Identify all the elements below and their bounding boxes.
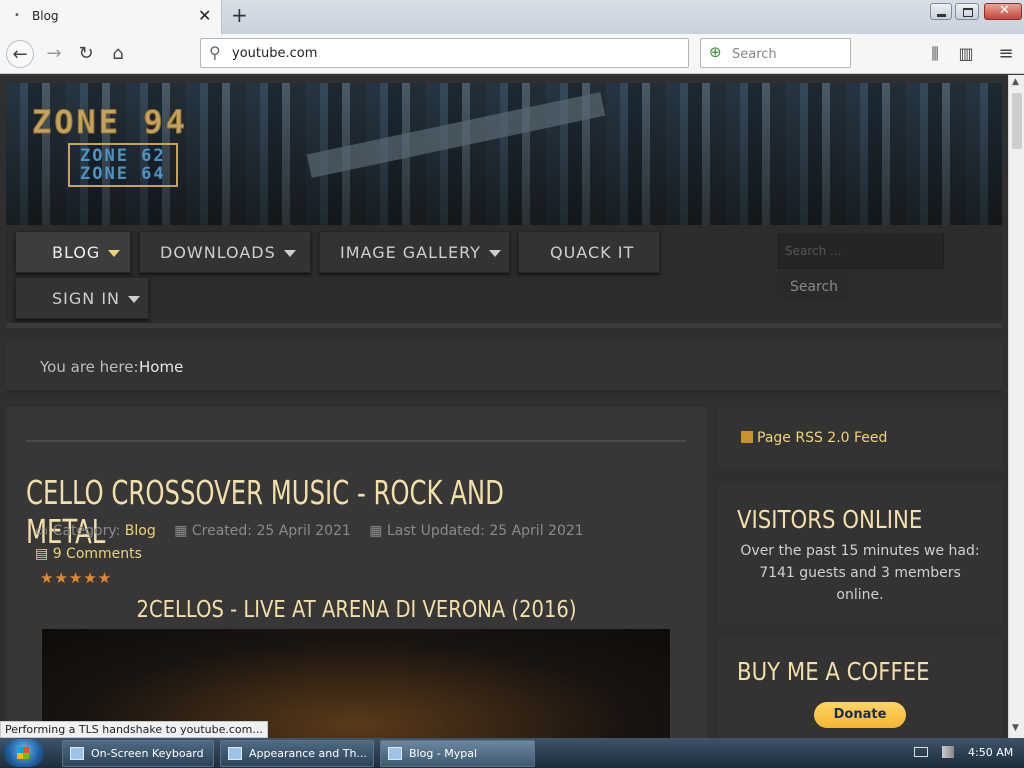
visitors-title: VISITORS ONLINE bbox=[737, 505, 923, 534]
menu-item-quack-it[interactable]: QUACK IT bbox=[518, 231, 660, 273]
menu-label-blog: BLOG bbox=[52, 243, 101, 262]
category-link[interactable]: Blog bbox=[125, 523, 156, 539]
control-panel-icon bbox=[228, 747, 242, 760]
search-engine-icon: ⊕ bbox=[709, 43, 722, 61]
back-button[interactable]: ← bbox=[6, 40, 34, 68]
menu-label-sign-in: SIGN IN bbox=[52, 289, 121, 308]
comments-link[interactable]: ▤ 9 Comments bbox=[35, 546, 142, 562]
breadcrumb-label: You are here: bbox=[40, 358, 139, 376]
rss-icon bbox=[741, 431, 753, 443]
new-tab-icon[interactable]: + bbox=[231, 3, 248, 27]
menu-item-image-gallery[interactable]: IMAGE GALLERY bbox=[319, 231, 510, 273]
article: CELLO CROSSOVER MUSIC - ROCK AND METAL ▭… bbox=[6, 407, 707, 738]
site-logo-sub: ZONE 62 ZONE 64 bbox=[68, 143, 178, 187]
divider bbox=[26, 440, 686, 442]
close-window-button[interactable]: ✕ bbox=[984, 3, 1022, 20]
taskbar-label-appearance: Appearance and Th... bbox=[249, 747, 367, 760]
chevron-down-icon bbox=[128, 296, 141, 303]
menu-icon[interactable]: ≡ bbox=[992, 40, 1020, 68]
tab-title: Blog bbox=[32, 9, 59, 23]
menu-label-quack-it: QUACK IT bbox=[550, 243, 635, 262]
coffee-title: BUY ME A COFFEE bbox=[737, 657, 930, 686]
url-bar[interactable]: ⚲ youtube.com bbox=[200, 38, 689, 68]
article-meta: ▭ Category: Blog ▦ Created: 25 April 202… bbox=[35, 523, 598, 539]
search-bar[interactable]: ⊕ Search bbox=[700, 38, 851, 68]
created-date: ▦ Created: 25 April 2021 bbox=[174, 523, 351, 539]
created-text: Created: 25 April 2021 bbox=[191, 523, 351, 539]
updated-text: Last Updated: 25 April 2021 bbox=[386, 523, 584, 539]
donate-button[interactable]: Donate bbox=[814, 702, 906, 728]
chevron-down-icon bbox=[283, 250, 296, 257]
tab-bar: • Blog ✕ + ✕ bbox=[0, 0, 1024, 34]
site-menu: BLOG DOWNLOADS IMAGE GALLERY QUACK IT SI… bbox=[6, 225, 1002, 328]
minimize-button[interactable] bbox=[930, 3, 952, 20]
keyboard-tray-icon[interactable] bbox=[914, 747, 928, 757]
taskbar-item-on-screen-keyboard[interactable]: On-Screen Keyboard bbox=[62, 740, 214, 767]
coffee-module: BUY ME A COFFEE Donate bbox=[719, 637, 1002, 738]
site-search-button[interactable]: Search bbox=[778, 273, 850, 301]
library-icon[interactable]: ⫼ bbox=[921, 40, 949, 68]
search-placeholder: Search bbox=[732, 47, 777, 62]
search-icon: ⚲ bbox=[209, 43, 221, 62]
visitors-module: VISITORS ONLINE Over the past 15 minutes… bbox=[719, 483, 1002, 625]
sidebar-icon[interactable]: ▥ bbox=[952, 40, 980, 68]
scroll-down-icon[interactable]: ▼ bbox=[1012, 723, 1019, 733]
page-content: ZONE 94 ZONE 62 ZONE 64 BLOG DOWNLOADS I… bbox=[0, 75, 1008, 738]
star-rating[interactable]: ★★★★★ bbox=[40, 569, 112, 587]
tab-blog[interactable]: • Blog ✕ bbox=[0, 0, 222, 34]
menu-item-sign-in[interactable]: SIGN IN bbox=[15, 277, 149, 319]
url-text: youtube.com bbox=[232, 46, 318, 61]
menu-label-downloads: DOWNLOADS bbox=[160, 243, 276, 262]
clock[interactable]: 4:50 AM bbox=[968, 746, 1013, 759]
rss-link[interactable]: Page RSS 2.0 Feed bbox=[741, 430, 887, 446]
category-meta: ▭ Category: Blog bbox=[35, 523, 156, 539]
breadcrumb-home-link[interactable]: Home bbox=[139, 358, 183, 376]
chevron-down-icon bbox=[108, 250, 121, 257]
browser-window: • Blog ✕ + ✕ ← → ↻ ⌂ ⚲ youtube.com ⊕ Sea… bbox=[0, 0, 1024, 768]
article-title[interactable]: CELLO CROSSOVER MUSIC - ROCK AND METAL bbox=[26, 473, 584, 551]
logo-sub-line-2: ZONE 64 bbox=[80, 164, 166, 184]
close-icon: ✕ bbox=[999, 3, 1010, 18]
taskbar: On-Screen Keyboard Appearance and Th... … bbox=[0, 738, 1024, 768]
nav-toolbar: ← → ↻ ⌂ ⚲ youtube.com ⊕ Search ⫼ ▥ ≡ bbox=[0, 34, 1024, 74]
taskbar-item-appearance[interactable]: Appearance and Th... bbox=[220, 740, 374, 767]
updated-date: ▦ Last Updated: 25 April 2021 bbox=[369, 523, 584, 539]
network-tray-icon[interactable] bbox=[942, 746, 954, 758]
visitors-text: Over the past 15 minutes we had: 7141 gu… bbox=[740, 543, 980, 603]
logo-sub-line-1: ZONE 62 bbox=[80, 146, 166, 166]
scrollbar-thumb[interactable] bbox=[1012, 93, 1022, 149]
video-title: 2CELLOS - LIVE AT ARENA DI VERONA (2016) bbox=[136, 597, 577, 623]
scroll-up-icon[interactable]: ▲ bbox=[1012, 77, 1019, 87]
rss-module: Page RSS 2.0 Feed bbox=[719, 407, 1002, 469]
tab-loading-dot: • bbox=[14, 10, 20, 21]
start-button[interactable] bbox=[4, 739, 44, 767]
site-search-input[interactable]: Search ... bbox=[778, 234, 944, 269]
category-label: Category: bbox=[52, 523, 121, 539]
close-tab-icon[interactable]: ✕ bbox=[198, 6, 211, 25]
chevron-down-icon bbox=[488, 250, 501, 257]
browser-icon bbox=[388, 747, 402, 760]
comments-text: 9 Comments bbox=[52, 546, 142, 562]
taskbar-label-blog: Blog - Mypal bbox=[409, 747, 478, 760]
site-header-banner: ZONE 94 ZONE 62 ZONE 64 bbox=[6, 83, 1002, 225]
menu-label-image-gallery: IMAGE GALLERY bbox=[340, 243, 481, 262]
home-button[interactable]: ⌂ bbox=[104, 40, 132, 68]
forward-button[interactable]: → bbox=[40, 40, 68, 68]
status-text: Performing a TLS handshake to youtube.co… bbox=[0, 721, 268, 738]
site-logo[interactable]: ZONE 94 bbox=[32, 103, 188, 142]
keyboard-icon bbox=[70, 747, 84, 760]
reload-button[interactable]: ↻ bbox=[72, 40, 100, 68]
restore-button[interactable] bbox=[955, 3, 979, 20]
taskbar-item-blog-mypal[interactable]: Blog - Mypal bbox=[380, 740, 535, 767]
breadcrumb: You are here: Home bbox=[6, 341, 1002, 393]
menu-item-blog[interactable]: BLOG bbox=[15, 231, 131, 273]
taskbar-label-osk: On-Screen Keyboard bbox=[91, 747, 204, 760]
page-scrollbar[interactable]: ▲ ▼ bbox=[1008, 75, 1024, 738]
rss-text: Page RSS 2.0 Feed bbox=[757, 430, 888, 446]
menu-item-downloads[interactable]: DOWNLOADS bbox=[139, 231, 311, 273]
